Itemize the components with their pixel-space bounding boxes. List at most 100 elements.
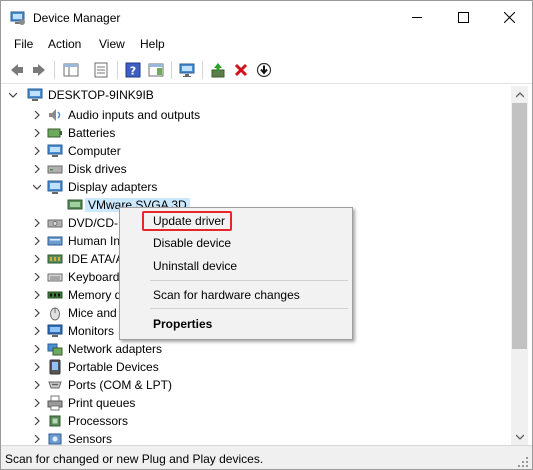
tree-item-label: Human In [68, 234, 121, 248]
context-menu: Update driver Disable device Uninstall d… [119, 207, 353, 340]
tree-root-label: DESKTOP-9INK9IB [48, 88, 154, 102]
device-manager-window: Device Manager File Action View Help ? D… [0, 0, 533, 470]
tree-item-label: Ports (COM & LPT) [68, 378, 173, 392]
maximize-button[interactable] [440, 1, 486, 34]
tree-item-label: Monitors [68, 324, 115, 338]
properties-icon[interactable] [91, 60, 111, 80]
chevron-right-icon[interactable] [33, 255, 41, 263]
portable-device-icon [49, 359, 61, 375]
chevron-right-icon[interactable] [33, 273, 41, 281]
chevron-right-icon[interactable] [33, 381, 41, 389]
chevron-right-icon[interactable] [33, 327, 41, 335]
chevron-right-icon[interactable] [33, 345, 41, 353]
menu-view[interactable]: View [97, 37, 127, 51]
tree-item-batteries[interactable]: Batteries [3, 124, 511, 142]
show-hide-console-tree-icon[interactable] [61, 60, 81, 80]
forward-icon[interactable] [29, 60, 49, 80]
title-bar: Device Manager [1, 1, 532, 34]
update-driver-icon[interactable] [208, 60, 228, 80]
chevron-right-icon[interactable] [33, 417, 41, 425]
tree-item-label: Network adapters [68, 342, 163, 356]
tree-item-label: Memory d [68, 288, 122, 302]
tree-item-label: Disk drives [68, 162, 127, 176]
tree-item-label: Portable Devices [68, 360, 159, 374]
tree-item-label: Processors [68, 414, 129, 428]
computer-monitor-icon[interactable] [177, 60, 197, 80]
chevron-right-icon[interactable] [33, 363, 41, 371]
back-icon[interactable] [7, 60, 27, 80]
svg-text:?: ? [130, 65, 136, 78]
monitor-icon [47, 324, 63, 337]
menu-item-label: Properties [153, 317, 213, 331]
menu-update-driver[interactable]: Update driver [122, 210, 350, 232]
menu-scan-hardware[interactable]: Scan for hardware changes [122, 284, 350, 306]
tree-item-label: Batteries [68, 126, 116, 140]
menu-item-label: Disable device [153, 236, 232, 250]
tree-item-computer[interactable]: Computer [3, 142, 511, 160]
chevron-right-icon[interactable] [33, 435, 41, 443]
tree-root[interactable]: DESKTOP-9INK9IB [3, 86, 511, 104]
chevron-right-icon[interactable] [33, 309, 41, 317]
scrollbar-thumb[interactable] [512, 103, 527, 349]
help-icon[interactable]: ? [123, 60, 143, 80]
chevron-right-icon[interactable] [33, 129, 41, 137]
chevron-down-icon[interactable] [33, 183, 41, 191]
tree-item-label: DVD/CD- [68, 216, 118, 230]
menu-item-label: Scan for hardware changes [153, 288, 300, 302]
menu-uninstall-device[interactable]: Uninstall device [122, 255, 350, 277]
toolbar-separator [202, 61, 203, 79]
device-manager-icon [10, 11, 25, 25]
action-pane-icon[interactable] [146, 60, 166, 80]
computer-icon [27, 88, 43, 101]
memory-icon [47, 291, 63, 299]
chevron-down-icon[interactable] [9, 91, 17, 99]
toolbar-separator [117, 61, 118, 79]
chevron-right-icon[interactable] [33, 237, 41, 245]
tree-item-disk-drives[interactable]: Disk drives [3, 160, 511, 178]
vertical-scrollbar[interactable] [511, 86, 528, 445]
menu-bar: File Action View Help [1, 34, 532, 55]
display-adapter-icon [47, 180, 63, 194]
menu-file[interactable]: File [12, 37, 35, 51]
tree-item-label: Print queues [68, 396, 136, 410]
display-adapter-icon [67, 199, 83, 210]
mouse-icon [50, 307, 60, 321]
chevron-right-icon[interactable] [33, 291, 41, 299]
minimize-button[interactable] [394, 1, 440, 34]
tree-item-audio[interactable]: Audio inputs and outputs [3, 106, 511, 124]
printer-icon [47, 395, 63, 411]
tree-item-ports[interactable]: Ports (COM & LPT) [3, 376, 511, 394]
tree-item-label: Mice and [68, 306, 117, 320]
tree-item-label: Audio inputs and outputs [68, 108, 201, 122]
tree-item-label: IDE ATA/A [68, 252, 124, 266]
chevron-right-icon[interactable] [33, 219, 41, 227]
menu-separator [150, 308, 348, 309]
tree-item-processors[interactable]: Processors [3, 412, 511, 430]
scroll-up-icon[interactable] [511, 86, 528, 103]
tree-item-print-queues[interactable]: Print queues [3, 394, 511, 412]
chevron-right-icon[interactable] [33, 165, 41, 173]
menu-disable-device[interactable]: Disable device [122, 232, 350, 254]
tree-item-display-adapters[interactable]: Display adapters [3, 178, 511, 196]
install-icon[interactable] [254, 60, 274, 80]
tree-item-portable-devices[interactable]: Portable Devices [3, 358, 511, 376]
ide-controller-icon [47, 254, 63, 264]
tree-item-sensors[interactable]: Sensors [3, 430, 511, 445]
uninstall-icon[interactable] [231, 60, 251, 80]
tree-item-label: Computer [68, 144, 121, 158]
resize-grip-icon[interactable] [518, 457, 528, 467]
menu-item-label: Update driver [153, 214, 226, 228]
close-button[interactable] [486, 1, 532, 34]
battery-icon [47, 128, 62, 138]
tree-item-network-adapters[interactable]: Network adapters [3, 340, 511, 358]
menu-action[interactable]: Action [46, 37, 83, 51]
scroll-down-icon[interactable] [511, 428, 528, 445]
chevron-right-icon[interactable] [33, 399, 41, 407]
menu-help[interactable]: Help [138, 37, 167, 51]
menu-properties[interactable]: Properties [122, 313, 350, 335]
status-bar: Scan for changed or new Plug and Play de… [1, 445, 532, 469]
tree-item-label: Display adapters [68, 180, 158, 194]
chevron-right-icon[interactable] [33, 147, 41, 155]
chevron-right-icon[interactable] [33, 111, 41, 119]
port-icon [48, 381, 62, 389]
